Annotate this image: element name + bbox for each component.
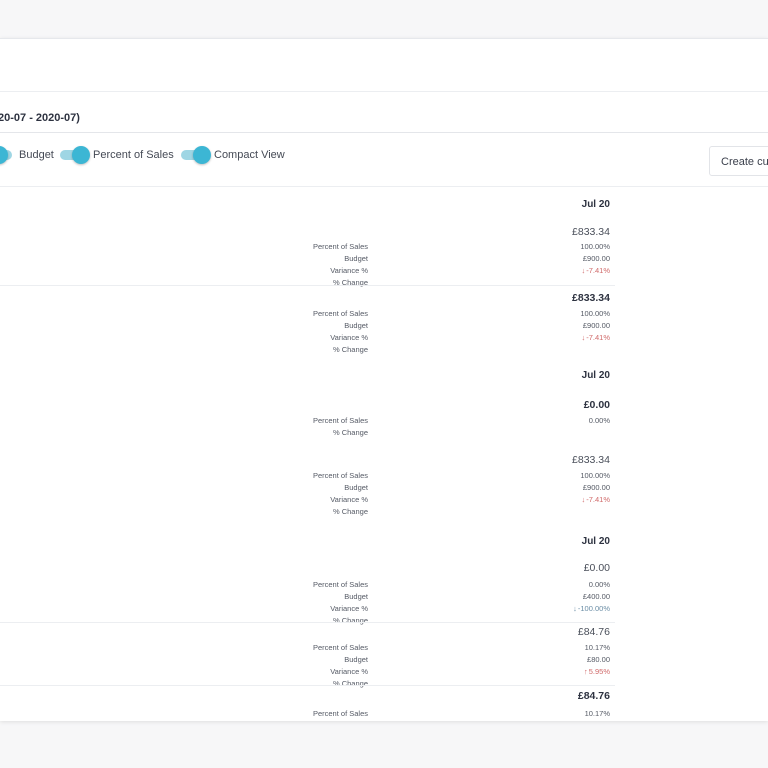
budget-label: Budget bbox=[344, 483, 368, 492]
variance-value: ↓-7.41% bbox=[530, 495, 610, 504]
budget-toggle[interactable]: Budget bbox=[0, 146, 54, 164]
percent-of-sales-toggle[interactable]: Percent of Sales bbox=[60, 146, 174, 164]
percent-of-sales-label: Percent of Sales bbox=[312, 580, 368, 589]
divider bbox=[0, 186, 768, 187]
row-divider bbox=[0, 685, 615, 686]
percent-of-sales-label: Percent of Sales bbox=[312, 416, 368, 425]
budget-value: £400.00 bbox=[582, 592, 610, 601]
change-label: % Change bbox=[332, 507, 368, 516]
variance-label: Variance % bbox=[330, 604, 368, 613]
variance-text: -7.41% bbox=[586, 333, 610, 342]
variance-label: Variance % bbox=[330, 667, 368, 676]
percent-of-sales-value: 100.00% bbox=[580, 309, 610, 318]
percent-of-sales-label: Percent of Sales bbox=[312, 643, 368, 652]
amount-value: £833.34 bbox=[572, 292, 610, 304]
variance-text: -7.41% bbox=[586, 266, 610, 275]
period-header: Jul 20 bbox=[581, 536, 610, 547]
toggle-track bbox=[60, 146, 90, 164]
variance-text: 5.95% bbox=[588, 667, 610, 676]
budget-value: £900.00 bbox=[582, 483, 610, 492]
percent-of-sales-value: 100.00% bbox=[580, 471, 610, 480]
percent-of-sales-value: 0.00% bbox=[588, 580, 610, 589]
row-divider bbox=[0, 622, 615, 623]
row-divider bbox=[0, 285, 615, 286]
arrow-up-icon: ↑ bbox=[583, 667, 588, 676]
budget-value: £900.00 bbox=[582, 254, 610, 263]
budget-toggle-label: Budget bbox=[19, 149, 54, 161]
variance-value: ↓-7.41% bbox=[530, 333, 610, 342]
budget-label: Budget bbox=[344, 592, 368, 601]
report-title: 20-07 - 2020-07) bbox=[0, 112, 80, 124]
percent-of-sales-label: Percent of Sales bbox=[312, 471, 368, 480]
percent-of-sales-value: 10.17% bbox=[584, 643, 610, 652]
toggle-knob bbox=[193, 146, 211, 164]
amount-value: £0.00 bbox=[583, 562, 610, 574]
change-label: % Change bbox=[332, 428, 368, 437]
arrow-down-icon: ↓ bbox=[581, 333, 586, 342]
period-header: Jul 20 bbox=[581, 199, 610, 210]
arrow-down-icon: ↓ bbox=[573, 604, 577, 613]
variance-text: -100.00% bbox=[577, 604, 610, 613]
budget-label: Budget bbox=[344, 321, 368, 330]
percent-of-sales-value: 10.17% bbox=[584, 709, 610, 718]
variance-label: Variance % bbox=[330, 495, 368, 504]
budget-value: £80.00 bbox=[587, 655, 610, 664]
variance-label: Variance % bbox=[330, 333, 368, 342]
percent-of-sales-label: Percent of Sales bbox=[312, 309, 368, 318]
amount-value: £833.34 bbox=[572, 454, 610, 466]
variance-value: ↓-100.00% bbox=[530, 604, 610, 613]
arrow-down-icon: ↓ bbox=[581, 495, 586, 504]
percent-of-sales-toggle-label: Percent of Sales bbox=[93, 149, 174, 161]
toggle-track bbox=[0, 146, 12, 164]
amount-value: £84.76 bbox=[577, 626, 610, 638]
toggle-knob bbox=[0, 146, 8, 164]
budget-label: Budget bbox=[344, 254, 368, 263]
amount-value: £84.76 bbox=[577, 690, 610, 702]
compact-view-toggle[interactable]: Compact View bbox=[181, 146, 285, 164]
variance-value: ↑5.95% bbox=[530, 667, 610, 676]
amount-value: £833.34 bbox=[572, 226, 610, 238]
toggle-knob bbox=[72, 146, 90, 164]
change-label: % Change bbox=[332, 679, 368, 688]
change-label: % Change bbox=[332, 345, 368, 354]
report-card: 20-07 - 2020-07) Budget Percent of Sales… bbox=[0, 38, 768, 721]
amount-value: £0.00 bbox=[583, 399, 610, 411]
variance-value: ↓-7.41% bbox=[530, 266, 610, 275]
variance-text: -7.41% bbox=[586, 495, 610, 504]
percent-of-sales-value: 100.00% bbox=[580, 242, 610, 251]
percent-of-sales-label: Percent of Sales bbox=[312, 242, 368, 251]
compact-view-toggle-label: Compact View bbox=[214, 149, 285, 161]
create-custom-button[interactable]: Create cu bbox=[709, 146, 768, 176]
toggle-track bbox=[181, 146, 211, 164]
percent-of-sales-value: 0.00% bbox=[588, 416, 610, 425]
arrow-down-icon: ↓ bbox=[581, 266, 586, 275]
period-header: Jul 20 bbox=[581, 370, 610, 381]
divider bbox=[0, 132, 768, 133]
change-label: % Change bbox=[332, 616, 368, 625]
percent-of-sales-label: Percent of Sales bbox=[312, 709, 368, 718]
top-strip bbox=[0, 39, 768, 92]
variance-label: Variance % bbox=[330, 266, 368, 275]
budget-label: Budget bbox=[344, 655, 368, 664]
budget-value: £900.00 bbox=[582, 321, 610, 330]
